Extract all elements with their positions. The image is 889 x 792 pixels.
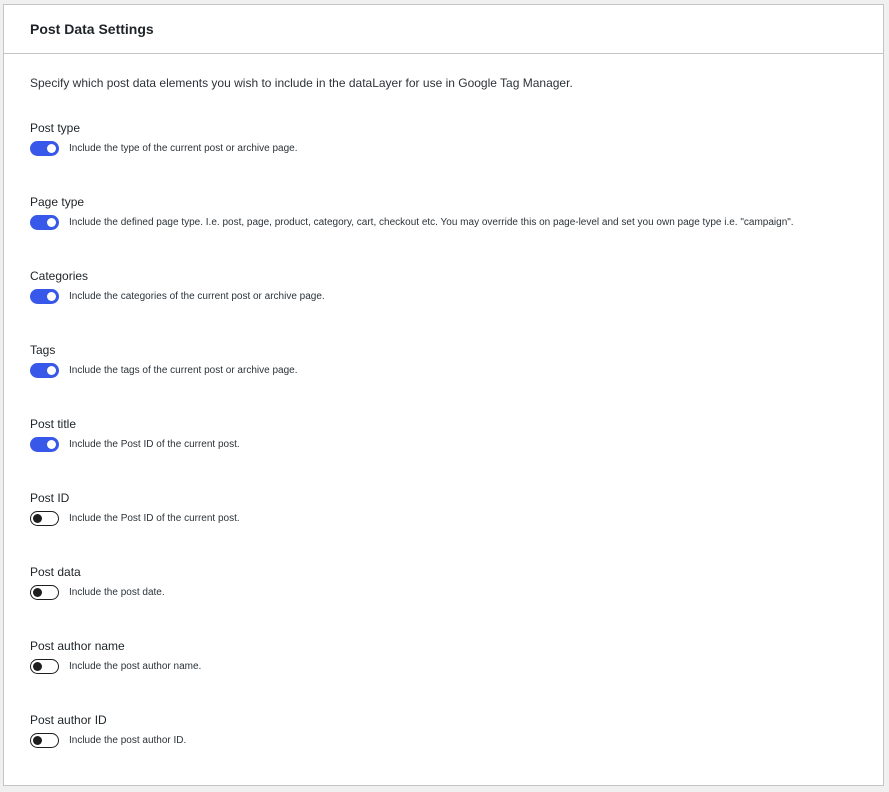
- setting-page-type: Page type Include the defined page type.…: [30, 194, 857, 268]
- setting-description: Include the post date.: [69, 586, 165, 598]
- setting-label: Post author name: [30, 639, 125, 653]
- post-id-toggle[interactable]: [30, 511, 59, 526]
- toggle-knob: [33, 514, 42, 523]
- toggle-knob: [47, 292, 56, 301]
- setting-label: Tags: [30, 343, 56, 357]
- categories-toggle[interactable]: [30, 289, 59, 304]
- setting-post-author-name: Post author name Include the post author…: [30, 638, 857, 712]
- toggle-knob: [33, 662, 42, 671]
- setting-post-id: Post ID Include the Post ID of the curre…: [30, 490, 857, 564]
- setting-label: Categories: [30, 269, 89, 283]
- intro-text: Specify which post data elements you wis…: [30, 76, 573, 90]
- setting-row: Include the post author name.: [30, 659, 857, 674]
- panel-body: Specify which post data elements you wis…: [4, 54, 883, 786]
- setting-post-author-id: Post author ID Include the post author I…: [30, 712, 857, 786]
- setting-label: Post title: [30, 417, 77, 431]
- setting-description: Include the Post ID of the current post.: [69, 438, 240, 450]
- setting-post-title: Post title Include the Post ID of the cu…: [30, 416, 857, 490]
- setting-description: Include the post author ID.: [69, 734, 187, 746]
- setting-description: Include the categories of the current po…: [69, 290, 325, 302]
- setting-row: Include the tags of the current post or …: [30, 363, 857, 378]
- setting-label: Post ID: [30, 491, 70, 505]
- toggle-knob: [33, 588, 42, 597]
- toggle-knob: [33, 736, 42, 745]
- setting-description: Include the type of the current post or …: [69, 142, 298, 154]
- post-type-toggle[interactable]: [30, 141, 59, 156]
- setting-label: Page type: [30, 195, 85, 209]
- panel-header: Post Data Settings: [4, 5, 883, 54]
- post-data-toggle[interactable]: [30, 585, 59, 600]
- page-type-toggle[interactable]: [30, 215, 59, 230]
- setting-post-data: Post data Include the post date.: [30, 564, 857, 638]
- toggle-knob: [47, 144, 56, 153]
- toggle-knob: [47, 218, 56, 227]
- setting-description: Include the post author name.: [69, 660, 202, 672]
- setting-row: Include the categories of the current po…: [30, 289, 857, 304]
- tags-toggle[interactable]: [30, 363, 59, 378]
- setting-categories: Categories Include the categories of the…: [30, 268, 857, 342]
- setting-label: Post type: [30, 121, 81, 135]
- setting-row: Include the post date.: [30, 585, 857, 600]
- toggle-knob: [47, 440, 56, 449]
- setting-tags: Tags Include the tags of the current pos…: [30, 342, 857, 416]
- setting-description: Include the defined page type. I.e. post…: [69, 216, 794, 228]
- setting-row: Include the Post ID of the current post.: [30, 437, 857, 452]
- toggle-knob: [47, 366, 56, 375]
- setting-label: Post author ID: [30, 713, 107, 727]
- post-data-settings-panel: Post Data Settings Specify which post da…: [3, 4, 884, 786]
- setting-row: Include the defined page type. I.e. post…: [30, 215, 857, 230]
- post-author-id-toggle[interactable]: [30, 733, 59, 748]
- setting-description: Include the Post ID of the current post.: [69, 512, 240, 524]
- setting-post-type: Post type Include the type of the curren…: [30, 120, 857, 194]
- setting-row: Include the post author ID.: [30, 733, 857, 748]
- panel-title: Post Data Settings: [30, 21, 154, 37]
- setting-row: Include the Post ID of the current post.: [30, 511, 857, 526]
- setting-description: Include the tags of the current post or …: [69, 364, 298, 376]
- post-author-name-toggle[interactable]: [30, 659, 59, 674]
- setting-row: Include the type of the current post or …: [30, 141, 857, 156]
- setting-label: Post data: [30, 565, 81, 579]
- post-title-toggle[interactable]: [30, 437, 59, 452]
